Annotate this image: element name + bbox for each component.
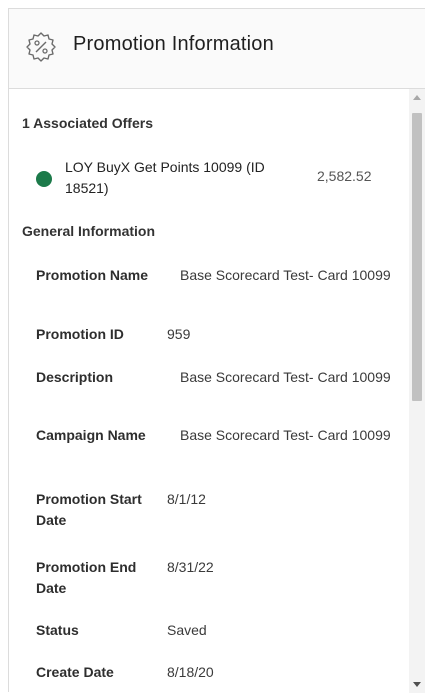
promotion-info-panel: Promotion Information 1 Associated Offer… <box>8 8 425 693</box>
associated-offers-heading: 1 Associated Offers <box>22 115 153 131</box>
info-row-label: Promotion Name <box>36 267 149 283</box>
offer-value: 2,582.52 <box>317 168 372 184</box>
scroll-up-arrow-icon[interactable] <box>413 95 421 100</box>
info-row-value: Base Scorecard Test- Card 10099 <box>180 369 391 385</box>
general-info-heading: General Information <box>22 223 156 239</box>
info-row-value: Base Scorecard Test- Card 10099 <box>180 427 391 443</box>
info-row-label: Create Date <box>36 664 114 680</box>
vertical-scrollbar[interactable] <box>409 89 425 693</box>
info-row-value: 8/31/22 <box>167 559 214 575</box>
info-row-value: 8/1/12 <box>167 491 206 507</box>
info-row-label: Campaign Name <box>36 427 146 443</box>
info-row-value: 959 <box>167 326 191 342</box>
info-row-label: Description <box>36 369 114 385</box>
info-row-label: Promotion ID <box>36 326 124 342</box>
info-row-value: Base Scorecard Test- Card 10099 <box>180 267 391 283</box>
info-row-value: Saved <box>167 622 207 638</box>
panel-content: 1 Associated Offers LOY BuyX Get Points … <box>9 89 409 693</box>
info-row-label: Promotion End Date <box>36 559 137 596</box>
info-row-value: 8/18/20 <box>167 664 214 680</box>
panel-title: Promotion Information <box>73 33 274 55</box>
info-row-label: Promotion Start Date <box>36 491 142 528</box>
panel-header: Promotion Information <box>9 9 425 89</box>
info-row-label: Status <box>36 622 79 638</box>
scroll-down-arrow-icon[interactable] <box>413 682 421 687</box>
offer-status-dot <box>36 171 52 187</box>
scrollbar-thumb[interactable] <box>412 113 422 401</box>
percent-badge-icon <box>25 31 57 63</box>
offer-name[interactable]: LOY BuyX Get Points 10099 (ID 18521) <box>65 157 305 199</box>
